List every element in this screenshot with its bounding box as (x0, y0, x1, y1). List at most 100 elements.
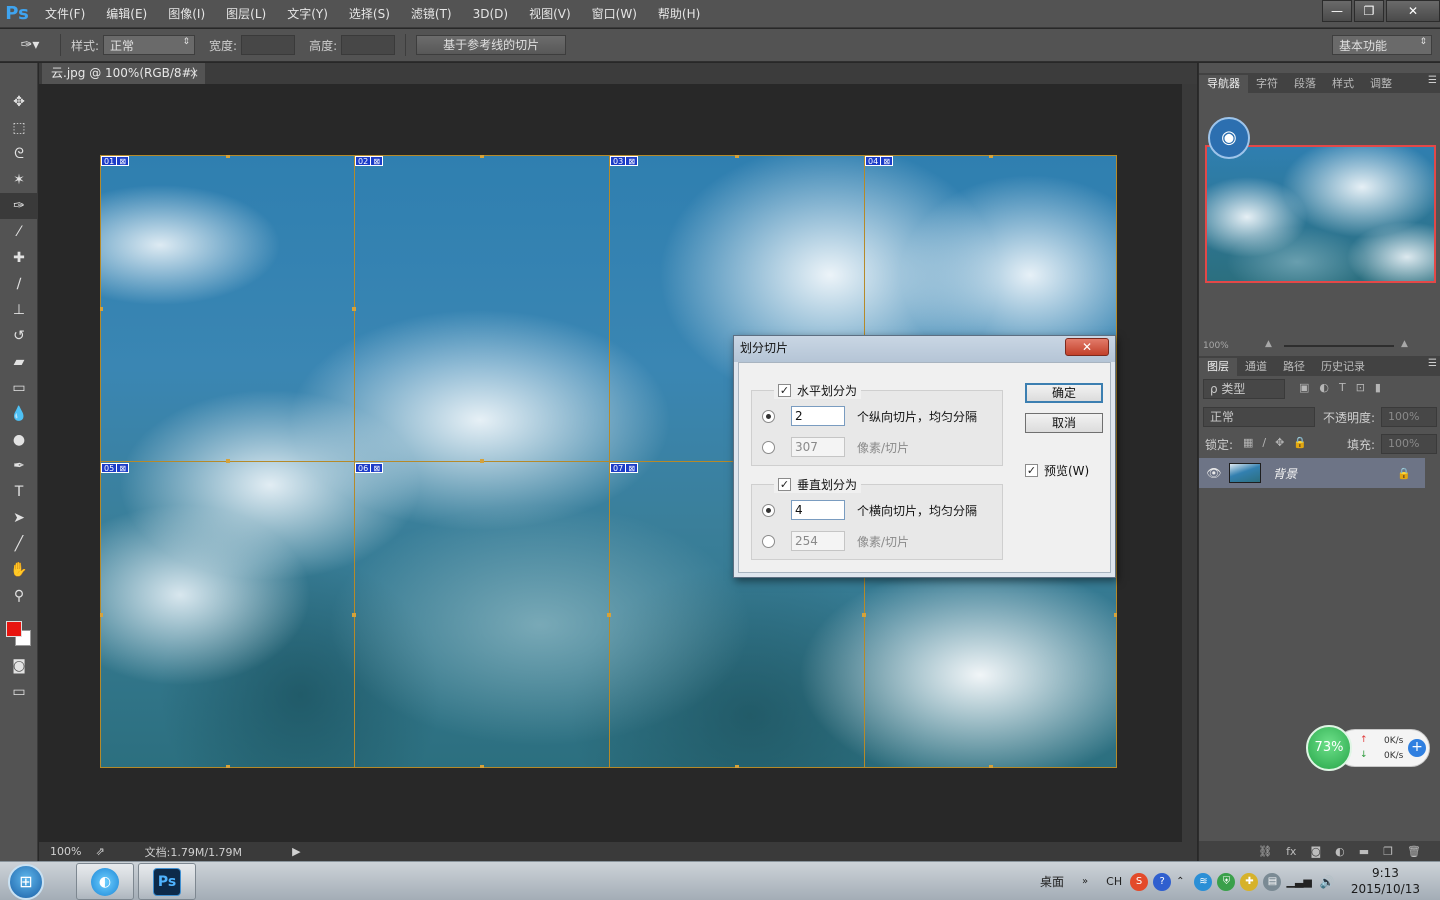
taskbar-app-browser[interactable]: ◐ (76, 863, 134, 900)
vertical-count-radio[interactable] (762, 503, 775, 517)
history-brush-tool-icon[interactable]: ↺ (0, 323, 38, 349)
dialog-title-bar[interactable]: 划分切片 ✕ (734, 336, 1115, 362)
slice-label[interactable]: 06 ⊠ (355, 463, 384, 473)
preview-checkbox[interactable]: ✓ (1025, 464, 1038, 477)
horizontal-count-input[interactable]: 2 (791, 406, 845, 426)
navigator-zoom-value[interactable]: 100% (1203, 341, 1229, 351)
move-tool-icon[interactable]: ✥ (0, 89, 38, 115)
dodge-tool-icon[interactable]: ● (0, 427, 38, 453)
blur-tool-icon[interactable]: 💧 (0, 401, 38, 427)
horizontal-pixels-radio[interactable] (762, 440, 775, 454)
lock-icons[interactable]: ▦∕✥🔒 (1243, 436, 1316, 449)
tab-navigator[interactable]: 导航器 (1199, 75, 1248, 93)
menu-help[interactable]: 帮助(H) (647, 0, 710, 28)
link-layers-icon[interactable]: ⛓ (1258, 845, 1272, 858)
screen-mode-icon[interactable]: ▭ (0, 679, 38, 705)
tab-paragraph[interactable]: 段落 (1286, 75, 1324, 93)
close-document-icon[interactable]: × (189, 63, 199, 84)
magic-wand-tool-icon[interactable]: ✶ (0, 167, 38, 193)
menu-filter[interactable]: 滤镜(T) (400, 0, 462, 28)
slice-handle[interactable] (862, 613, 866, 617)
cancel-button[interactable]: 取消 (1025, 413, 1103, 433)
vertical-pixels-radio[interactable] (762, 534, 775, 548)
volume-icon[interactable]: 🔊 (1320, 875, 1335, 889)
vertical-scrollbar[interactable] (1182, 84, 1197, 842)
workspace-select[interactable]: 基本功能 ⇕ (1332, 35, 1432, 55)
wifi-icon[interactable]: ◉ (1208, 117, 1250, 159)
tab-paths[interactable]: 路径 (1275, 358, 1313, 376)
adjustment-layer-icon[interactable]: ◐ (1335, 845, 1345, 858)
horizontal-count-radio[interactable] (762, 409, 775, 423)
add-mask-icon[interactable]: ◙ (1310, 845, 1321, 858)
layer-style-icon[interactable]: fx (1286, 845, 1296, 858)
menu-window[interactable]: 窗口(W) (581, 0, 647, 28)
tab-channels[interactable]: 通道 (1237, 358, 1275, 376)
status-menu-arrow-icon[interactable]: ▶ (292, 845, 300, 858)
network-tray-icon[interactable]: ▤ (1263, 872, 1282, 891)
hand-tool-icon[interactable]: ✋ (0, 557, 38, 583)
type-tool-icon[interactable]: T (0, 479, 38, 505)
sogou-icon[interactable]: S (1130, 872, 1149, 891)
menu-type[interactable]: 文字(Y) (276, 0, 338, 28)
tab-layers[interactable]: 图层 (1199, 358, 1237, 376)
delete-layer-icon[interactable]: 🗑 (1407, 845, 1421, 858)
slice-handle[interactable] (989, 765, 993, 768)
desktop-toolbar[interactable]: 桌面 (1040, 873, 1064, 890)
menu-layer[interactable]: 图层(L) (215, 0, 276, 28)
slice-handle[interactable] (100, 613, 103, 617)
vertical-divide-checkbox[interactable]: ✓ (778, 478, 791, 491)
zoom-tool-icon[interactable]: ⚲ (0, 583, 38, 609)
tab-history[interactable]: 历史记录 (1313, 358, 1373, 376)
pen-tool-icon[interactable]: ✒ (0, 453, 38, 479)
slice-handle[interactable] (226, 459, 230, 463)
slices-from-guides-button[interactable]: 基于参考线的切片 (416, 35, 567, 55)
gradient-tool-icon[interactable]: ▭ (0, 375, 38, 401)
height-input[interactable] (341, 35, 396, 55)
menu-view[interactable]: 视图(V) (518, 0, 581, 28)
clone-stamp-tool-icon[interactable]: ⊥ (0, 297, 38, 323)
menu-image[interactable]: 图像(I) (157, 0, 215, 28)
help-icon[interactable]: ? (1153, 872, 1172, 891)
taskbar-app-photoshop[interactable]: Ps (138, 863, 196, 900)
style-select[interactable]: 正常 ⇕ (103, 35, 196, 55)
slice-handle[interactable] (989, 155, 993, 158)
ime-indicator[interactable]: CH (1106, 875, 1122, 888)
slice-label[interactable]: 04 ⊠ (865, 156, 894, 166)
restore-button[interactable]: ❐ (1354, 0, 1384, 22)
slice-label[interactable]: 01 ⊠ (101, 156, 130, 166)
network-speed-widget[interactable]: 73% 0K/s 0K/s ↑ ↓ + (1306, 725, 1430, 771)
vertical-count-input[interactable]: 4 (791, 500, 845, 520)
tab-character[interactable]: 字符 (1248, 75, 1286, 93)
opacity-input[interactable]: 100% (1381, 407, 1437, 427)
slice-label[interactable]: 07 ⊠ (610, 463, 639, 473)
slice-handle[interactable] (607, 613, 611, 617)
wifi-tray-icon[interactable]: ≋ (1194, 872, 1213, 891)
start-button[interactable]: ⊞ (8, 864, 44, 900)
layer-name[interactable]: 背景 (1273, 465, 1397, 482)
visibility-eye-icon[interactable]: 👁 (1199, 466, 1229, 480)
path-selection-tool-icon[interactable]: ➤ (0, 505, 38, 531)
layer-row-background[interactable]: 👁 背景 🔒 (1199, 458, 1425, 488)
slice-handle[interactable] (352, 613, 356, 617)
line-tool-icon[interactable]: ╱ (0, 531, 38, 557)
eraser-tool-icon[interactable]: ▰ (0, 349, 38, 375)
slice-handle[interactable] (480, 765, 484, 768)
slice-tool-preset-icon[interactable]: ✑▾ (10, 35, 50, 55)
horizontal-pixels-input[interactable]: 307 (791, 437, 845, 457)
add-icon[interactable]: + (1408, 739, 1426, 757)
slice-handle[interactable] (100, 307, 103, 311)
zoom-in-icon[interactable]: ▲ (1401, 339, 1408, 349)
zoom-level[interactable]: 100% (50, 845, 81, 858)
slice-tool-icon[interactable]: ✑ (0, 193, 38, 219)
clock[interactable]: 9:13 2015/10/13 (1351, 865, 1420, 897)
expand-toolbar-icon[interactable]: » (1082, 876, 1088, 887)
marquee-tool-icon[interactable]: ⬚ (0, 115, 38, 141)
layer-filter-icons[interactable]: ▣◐T⊡▮ (1299, 381, 1391, 394)
fill-input[interactable]: 100% (1381, 434, 1437, 454)
new-group-icon[interactable]: ▬ (1359, 845, 1369, 858)
tray-expand-icon[interactable]: ⌃ (1176, 876, 1184, 887)
menu-3d[interactable]: 3D(D) (462, 0, 518, 28)
menu-file[interactable]: 文件(F) (34, 0, 95, 28)
brush-tool-icon[interactable]: ∕ (0, 271, 38, 297)
slice-handle[interactable] (480, 459, 484, 463)
